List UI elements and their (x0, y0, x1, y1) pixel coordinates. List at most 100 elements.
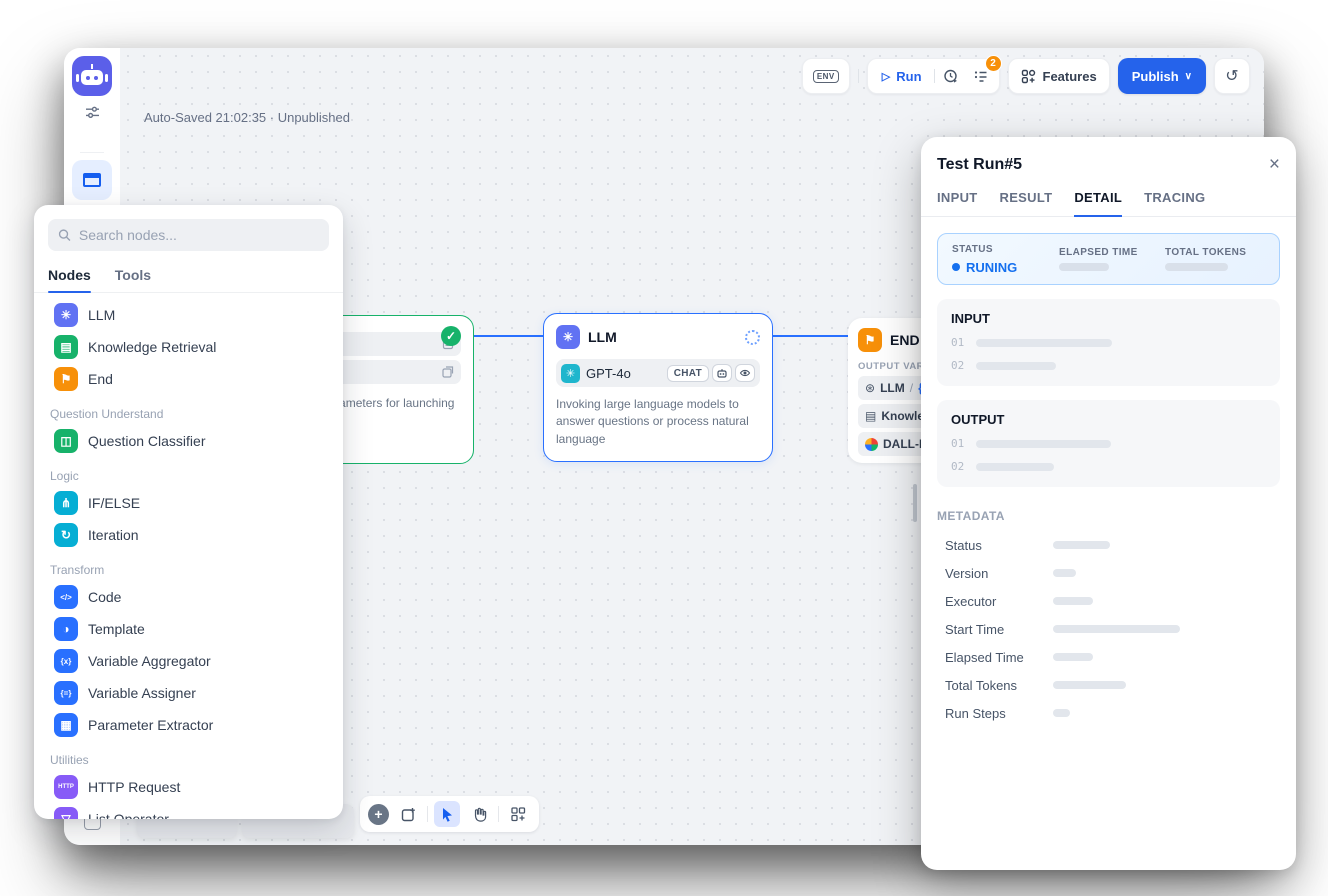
publish-button[interactable]: Publish ∨ (1118, 58, 1206, 94)
run-button[interactable]: ▷ Run (872, 62, 932, 90)
run-tab-detail[interactable]: DETAIL (1074, 190, 1122, 205)
code-line: 01 (951, 437, 1266, 450)
node-item-http-request[interactable]: HTTPHTTP Request (48, 771, 329, 803)
status-col-elapsed-time: ELAPSED TIME (1059, 247, 1165, 271)
node-item-if-else[interactable]: ⋔ IF/ELSE (48, 487, 329, 519)
eye-icon (735, 364, 755, 382)
meta-row-total-tokens: Total Tokens (937, 671, 1280, 699)
add-node-button[interactable]: + (368, 804, 389, 825)
section-header-utilities: Utilities (50, 753, 327, 767)
play-icon: ▷ (882, 70, 890, 83)
node-item-label: Variable Aggregator (88, 653, 211, 669)
run-tab-input[interactable]: INPUT (937, 190, 978, 205)
node-item-label: IF/ELSE (88, 495, 140, 511)
status-col-label: TOTAL TOKENS (1165, 247, 1246, 258)
line-number: 02 (951, 460, 964, 473)
skeleton-bar (1053, 597, 1093, 605)
variable-name: LLM (880, 381, 905, 395)
knowledge-retrieval-icon: ▤ (54, 335, 78, 359)
meta-row-executor: Executor (937, 587, 1280, 615)
question-classifier-icon: ◫ (54, 429, 78, 453)
line-number: 02 (951, 359, 964, 372)
sidebar-item-workflow[interactable] (72, 160, 112, 200)
features-button[interactable]: Features (1008, 58, 1110, 94)
organize-nodes-button[interactable] (505, 801, 531, 827)
canvas-scrollbar-thumb[interactable] (913, 484, 917, 522)
topbar-divider (934, 69, 935, 83)
variable-aggregator-icon: {x} (54, 649, 78, 673)
close-icon[interactable]: × (1269, 155, 1280, 174)
tab-nodes[interactable]: Nodes (48, 263, 91, 292)
metadata-header: METADATA (937, 509, 1280, 523)
skeleton-bar (976, 440, 1111, 448)
notification-badge: 2 (985, 55, 1002, 72)
node-item-variable-aggregator[interactable]: {x} Variable Aggregator (48, 645, 329, 677)
meta-label: Executor (945, 594, 1053, 609)
chat-mode-badge: CHAT (667, 365, 709, 382)
node-item-question-classifier[interactable]: ◫Question Classifier (48, 425, 329, 457)
skeleton-bar (1053, 709, 1070, 717)
app-robot-icon[interactable] (72, 56, 112, 96)
skeleton-bar (976, 463, 1054, 471)
node-item-knowledge-retrieval[interactable]: ▤Knowledge Retrieval (48, 331, 329, 363)
node-item-template[interactable]: ◑Template (48, 613, 329, 645)
checklist-icon[interactable]: 2 (967, 62, 995, 90)
status-col-status: STATUSRUNING (952, 244, 1059, 275)
autosave-status: Auto-Saved 21:02:35 · Unpublished (144, 110, 350, 125)
env-icon: ENV (813, 70, 839, 83)
node-item-iteration[interactable]: ↻Iteration (48, 519, 329, 551)
search-input[interactable] (79, 227, 319, 243)
meta-row-elapsed-time: Elapsed Time (937, 643, 1280, 671)
node-panel-tabs: Nodes Tools (34, 263, 343, 293)
version-history-button[interactable]: ↺ (1214, 58, 1250, 94)
node-item-llm[interactable]: ✳LLM (48, 299, 329, 331)
meta-row-start-time: Start Time (937, 615, 1280, 643)
test-run-panel: Test Run#5 × INPUT RESULT DETAIL TRACING ST… (921, 137, 1296, 870)
section-header-transform: Transform (50, 563, 327, 577)
pointer-tool-button[interactable] (434, 801, 460, 827)
node-item-parameter-extractor[interactable]: ▦Parameter Extractor (48, 709, 329, 741)
end-node-title: END (890, 332, 920, 348)
meta-label: Run Steps (945, 706, 1053, 721)
node-item-end[interactable]: ⚑End (48, 363, 329, 395)
node-item-code[interactable]: </>Code (48, 581, 329, 613)
run-tab-result[interactable]: RESULT (1000, 190, 1053, 205)
llm-node-title: LLM (588, 329, 617, 345)
iteration-icon: ↻ (54, 523, 78, 547)
model-name: GPT-4o (586, 366, 631, 381)
node-item-list-operator[interactable]: ▽ List Operator (48, 803, 329, 819)
chevron-down-icon: ∨ (1185, 71, 1192, 82)
section-header-question-understand: Question Understand (50, 407, 327, 421)
list-operator-icon: ▽ (54, 807, 78, 819)
run-history-icon[interactable] (937, 62, 965, 90)
add-note-button[interactable] (395, 801, 421, 827)
end-node-icon: ⚑ (858, 328, 882, 352)
node-list: ✳LLM▤Knowledge Retrieval⚑End Question Und… (48, 299, 329, 819)
variable-assigner-icon: {=} (54, 681, 78, 705)
env-button[interactable]: ENV (802, 58, 850, 94)
paragraph-icon (442, 366, 454, 378)
preferences-sliders-icon[interactable] (84, 104, 101, 121)
tab-tools[interactable]: Tools (115, 263, 151, 292)
llm-node[interactable]: ✳ LLM ✳ GPT-4o CHAT Invoking large langu… (543, 313, 773, 462)
search-icon (58, 228, 71, 242)
node-item-label: List Operator (88, 811, 169, 819)
meta-label: Start Time (945, 622, 1053, 637)
skeleton-bar (1053, 653, 1093, 661)
status-col-label: STATUS (952, 244, 1059, 255)
sidebar-divider (80, 152, 104, 153)
search-box[interactable] (48, 219, 329, 251)
hand-tool-button[interactable] (466, 801, 492, 827)
toolbar-divider (427, 806, 428, 822)
code-line: 02 (951, 460, 1266, 473)
run-tab-tracing[interactable]: TRACING (1144, 190, 1205, 205)
node-item-variable-assigner[interactable]: {=}Variable Assigner (48, 677, 329, 709)
node-item-label: Parameter Extractor (88, 717, 213, 733)
node-search-panel: Nodes Tools ✳LLM▤Knowledge Retrieval⚑End Q… (34, 205, 343, 819)
model-selector[interactable]: ✳ GPT-4o CHAT (556, 359, 760, 387)
run-panel-title: Test Run#5 (937, 156, 1022, 174)
history-icon: ↺ (1225, 66, 1238, 86)
edge-llm-to-end (773, 335, 848, 337)
node-item-label: Code (88, 589, 121, 605)
if-else-icon: ⋔ (54, 491, 78, 515)
